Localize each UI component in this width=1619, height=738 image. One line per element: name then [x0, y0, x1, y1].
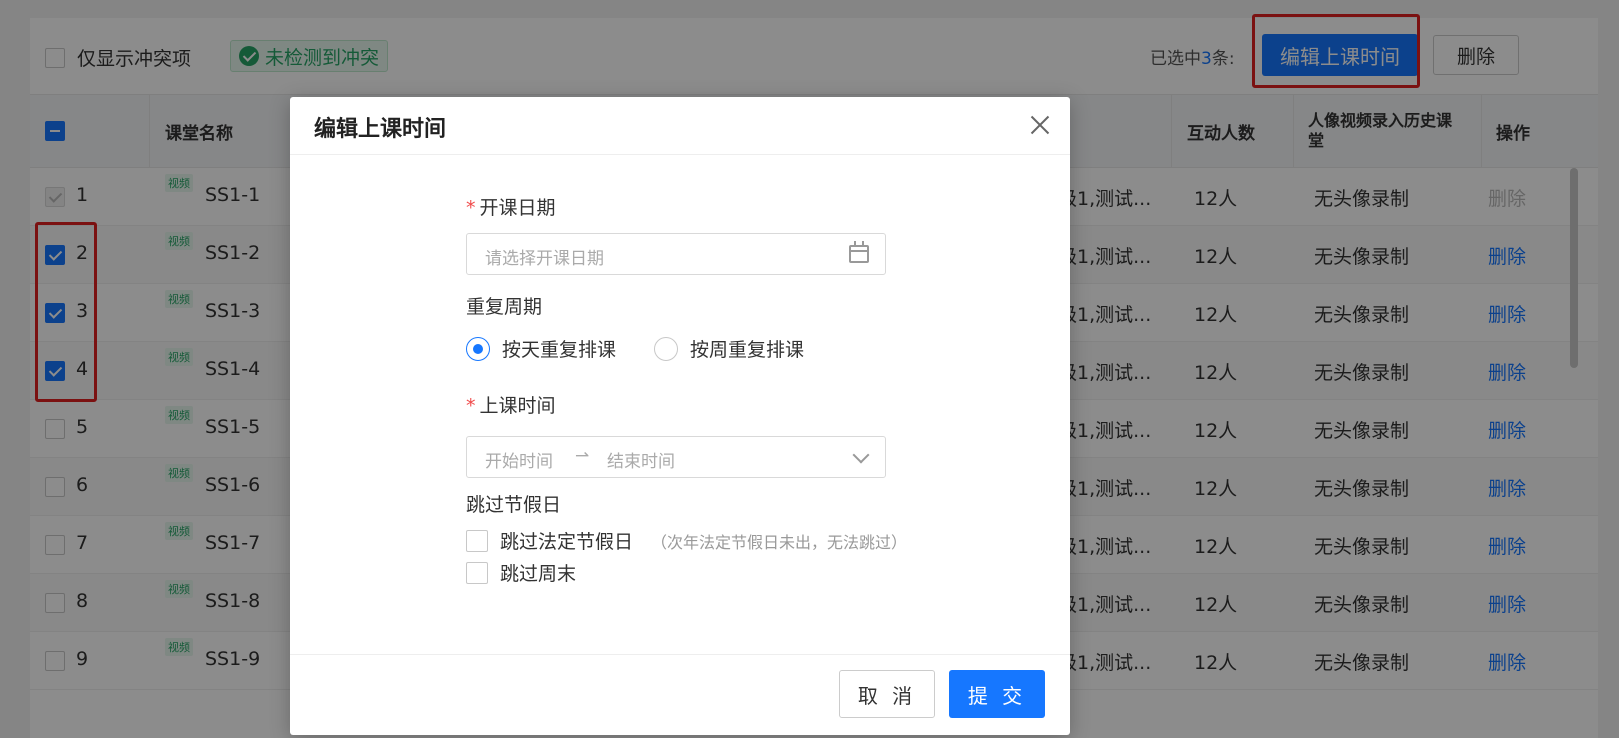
repeat-weekly-radio[interactable]: 按周重复排课	[654, 335, 804, 362]
skip-legal-holiday-hint: （次年法定节假日未出，无法跳过）	[651, 532, 908, 552]
skip-weekend-option[interactable]: 跳过周末	[466, 559, 576, 586]
arrow-right-icon: ⇀	[575, 446, 590, 466]
chevron-down-icon	[852, 446, 870, 464]
cancel-button[interactable]: 取 消	[839, 670, 935, 718]
radio-dot-checked[interactable]	[466, 336, 490, 361]
modal-header: 编辑上课时间	[290, 97, 1070, 155]
repeat-daily-label: 按天重复排课	[502, 339, 617, 361]
skip-legal-holiday-checkbox[interactable]	[466, 529, 488, 552]
close-icon[interactable]	[1028, 113, 1052, 137]
repeat-daily-radio[interactable]: 按天重复排课	[466, 335, 616, 362]
skip-legal-holiday-label: 跳过法定节假日	[500, 531, 634, 553]
required-mark: *	[466, 395, 476, 417]
start-date-label: * 开课日期	[466, 193, 556, 220]
start-date-picker[interactable]: 请选择开课日期	[466, 233, 886, 275]
class-time-label-text: 上课时间	[479, 395, 556, 417]
end-time-placeholder: 结束时间	[607, 452, 675, 472]
modal-footer: 取 消 提 交	[290, 654, 1070, 735]
skip-weekend-label: 跳过周末	[500, 563, 577, 585]
calendar-icon	[849, 241, 869, 263]
repeat-weekly-label: 按周重复排课	[690, 339, 805, 361]
start-date-placeholder: 请选择开课日期	[485, 249, 604, 269]
skip-holiday-label: 跳过节假日	[466, 494, 562, 516]
skip-legal-holiday-option[interactable]: 跳过法定节假日 （次年法定节假日未出，无法跳过）	[466, 527, 907, 554]
start-time-placeholder: 开始时间	[485, 452, 553, 472]
edit-time-modal: 编辑上课时间 * 开课日期 请选择开课日期 重复周期 按天重复排课 按周重复排课 …	[290, 97, 1070, 735]
start-date-label-text: 开课日期	[479, 197, 556, 219]
skip-weekend-checkbox[interactable]	[466, 561, 488, 584]
required-mark: *	[466, 197, 476, 219]
submit-button[interactable]: 提 交	[949, 670, 1045, 718]
repeat-label: 重复周期	[466, 296, 543, 318]
class-time-label: * 上课时间	[466, 391, 556, 418]
modal-title: 编辑上课时间	[314, 117, 447, 142]
radio-dot-unchecked[interactable]	[654, 336, 678, 361]
class-time-range-picker[interactable]: 开始时间 ⇀ 结束时间	[466, 436, 886, 478]
